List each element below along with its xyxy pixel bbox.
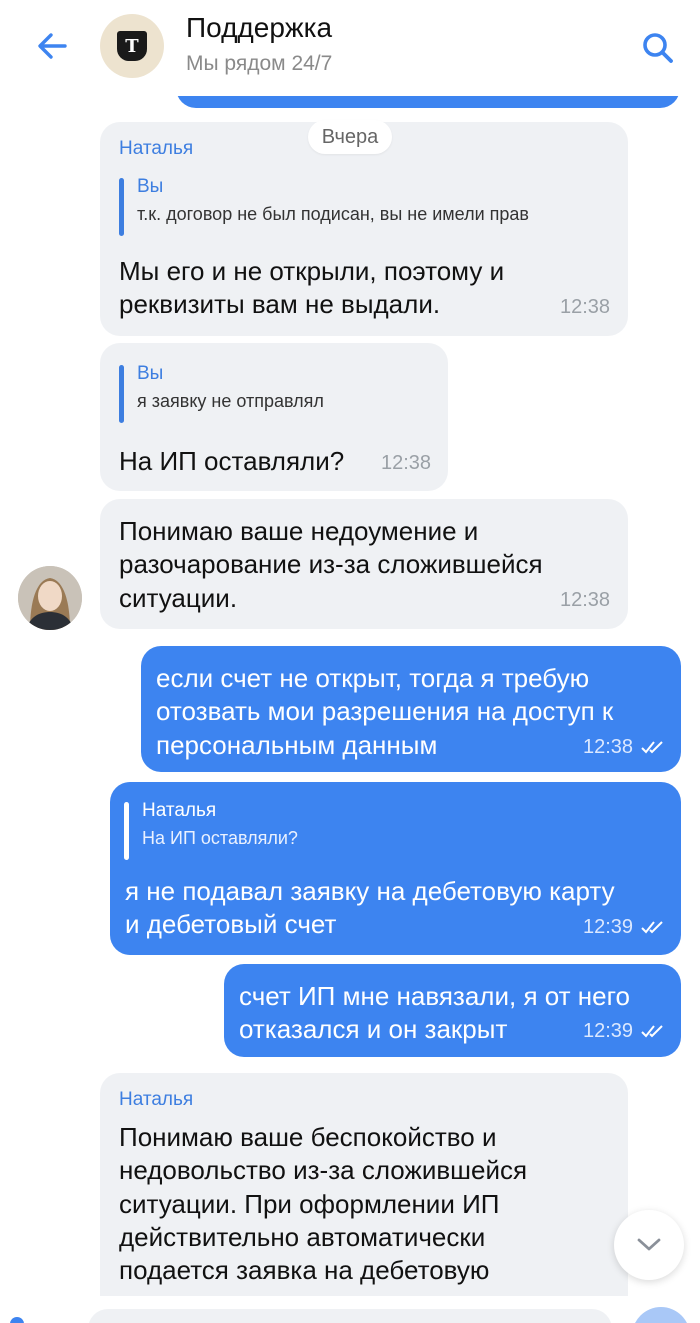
message-text-line: ситуации. При оформлении ИП <box>119 1189 500 1219</box>
reply-quote[interactable]: Вы т.к. договор не был подисан, вы не им… <box>119 176 613 238</box>
back-button[interactable] <box>32 26 72 66</box>
message-text-line: реквизиты вам не выдали. <box>119 289 441 319</box>
chevron-down-icon <box>637 1238 661 1251</box>
operator-avatar[interactable] <box>18 566 82 630</box>
reply-quote[interactable]: Вы я заявку не отправлял <box>119 363 433 425</box>
search-icon <box>643 33 673 63</box>
chat-area: Вчера Наталья Вы т.к. договор не был под… <box>0 0 700 1323</box>
message-text-line: недовольство из-за сложившейся <box>119 1155 528 1185</box>
message-bubble-outgoing[interactable]: Наталья На ИП оставляли? я не подавал за… <box>110 782 681 955</box>
message-time: 12:38 <box>560 296 611 318</box>
message-sender: Наталья <box>119 138 194 159</box>
message-text-line: ситуации. <box>119 583 238 613</box>
message-text-line: Понимаю ваше беспокойство и <box>119 1122 497 1152</box>
message-time: 12:38 <box>560 589 611 611</box>
message-bubble-outgoing[interactable]: счет ИП мне навязали, я от него отказалс… <box>224 964 681 1057</box>
chat-subtitle: Мы рядом 24/7 <box>186 52 333 75</box>
message-input[interactable] <box>88 1309 612 1323</box>
quote-text: я заявку не отправлял <box>137 391 324 411</box>
message-text-line: если счет не открыт, тогда я требую <box>156 663 590 693</box>
quote-bar <box>119 365 124 423</box>
message-bubble-incoming[interactable]: Понимаю ваше недоумение и разочарование … <box>100 499 628 629</box>
message-time: 12:38 <box>381 452 432 474</box>
message-bubble-incoming[interactable]: Наталья Понимаю ваше беспокойство и недо… <box>100 1073 628 1323</box>
quote-text: На ИП оставляли? <box>142 828 298 848</box>
message-text-line: счет ИП мне навязали, я от него <box>239 981 630 1011</box>
chat-header: Т Поддержка Мы рядом 24/7 <box>0 0 700 96</box>
double-check-icon <box>641 1025 663 1038</box>
message-bubble-incoming[interactable]: Вы я заявку не отправлял На ИП оставляли… <box>100 343 448 491</box>
message-text-line: подается заявка на дебетовую <box>119 1255 490 1285</box>
date-separator: Вчера <box>308 120 392 154</box>
search-button[interactable] <box>636 26 680 70</box>
message-text-line: Понимаю ваше недоумение и <box>119 516 479 546</box>
message-time: 12:39 <box>583 1020 634 1042</box>
message-text-line: разочарование из-за сложившейся <box>119 549 543 579</box>
quote-bar <box>124 802 129 860</box>
message-sender: Наталья <box>119 1089 194 1110</box>
message-text-line: Мы его и не открыли, поэтому и <box>119 256 505 286</box>
double-check-icon <box>641 741 663 754</box>
message-text-line: персональным данным <box>156 730 438 760</box>
message-text-line: действительно автоматически <box>119 1222 486 1252</box>
message-bubble-outgoing[interactable]: если счет не открыт, тогда я требую отоз… <box>141 646 681 772</box>
operator-avatar-image <box>18 566 82 630</box>
message-text-line: отозвать мои разрешения на доступ к <box>156 696 614 726</box>
message-time: 12:38 <box>583 736 634 758</box>
message-text-line: я не подавал заявку на дебетовую карту <box>125 876 615 906</box>
message-bubble-incoming[interactable]: Наталья Вы т.к. договор не был подисан, … <box>100 122 628 336</box>
quote-text: т.к. договор не был подисан, вы не имели… <box>137 204 529 224</box>
quote-author: Наталья <box>142 800 217 821</box>
message-text-line: отказался и он закрыт <box>239 1014 508 1044</box>
message-text-line: и дебетовый счет <box>125 909 337 939</box>
bank-logo: Т <box>117 31 147 61</box>
quote-author: Вы <box>137 176 164 197</box>
chat-title: Поддержка <box>186 12 333 43</box>
quote-author: Вы <box>137 363 164 384</box>
reply-quote[interactable]: Наталья На ИП оставляли? <box>124 800 664 862</box>
scroll-down-button[interactable] <box>614 1210 684 1280</box>
support-avatar[interactable]: Т <box>100 14 164 78</box>
message-time: 12:39 <box>583 916 634 938</box>
quote-bar <box>119 178 124 236</box>
arrow-left-icon <box>38 33 67 59</box>
double-check-icon <box>641 921 663 934</box>
message-text-line: На ИП оставляли? <box>119 446 345 476</box>
